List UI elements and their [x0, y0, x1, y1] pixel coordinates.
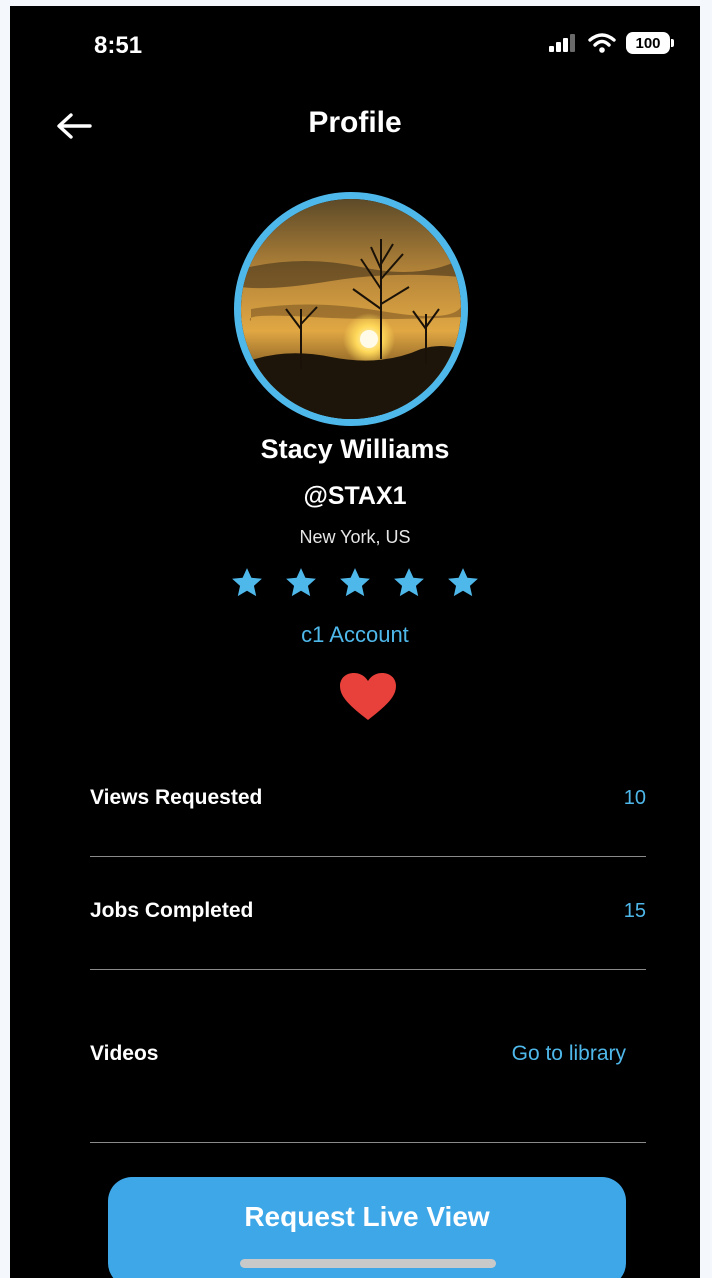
go-to-library-link[interactable]: Go to library — [512, 1042, 626, 1066]
star-icon — [232, 568, 262, 597]
account-type: c1 Account — [301, 622, 409, 647]
star-icon — [394, 568, 424, 597]
wifi-icon — [588, 33, 616, 53]
stat-label: Views Requested — [90, 786, 263, 809]
rating-stars — [10, 566, 700, 600]
divider — [90, 1142, 646, 1143]
battery-tip — [671, 39, 674, 47]
stat-row-views-requested: Views Requested 10 — [90, 786, 646, 810]
heart-icon[interactable] — [338, 672, 398, 722]
divider — [90, 969, 646, 970]
stat-row-jobs-completed: Jobs Completed 15 — [90, 899, 646, 923]
status-time: 8:51 — [94, 32, 143, 59]
profile-name: Stacy Williams — [260, 434, 450, 464]
avatar-photo — [241, 199, 461, 419]
status-icons: 100 — [548, 32, 674, 54]
stat-value: 10 — [623, 786, 646, 809]
stat-value: 15 — [623, 899, 646, 922]
stat-label: Jobs Completed — [90, 899, 254, 922]
stat-row-videos: Videos Go to library — [90, 1042, 646, 1066]
home-indicator — [240, 1259, 496, 1268]
battery-level: 100 — [626, 32, 670, 54]
divider — [90, 856, 646, 857]
stat-label: Videos — [90, 1042, 159, 1065]
cellular-signal-icon — [549, 34, 575, 52]
avatar — [234, 192, 468, 426]
phone-screen: 8:51 100 Profile Stacy Williams @STAX1 N… — [10, 6, 700, 1278]
star-icon — [448, 568, 478, 597]
profile-location: New York, US — [299, 527, 411, 547]
profile-handle: @STAX1 — [303, 482, 407, 510]
star-icon — [340, 568, 370, 597]
battery-icon: 100 — [626, 32, 674, 54]
page-title: Profile — [308, 106, 402, 139]
star-icon — [286, 568, 316, 597]
